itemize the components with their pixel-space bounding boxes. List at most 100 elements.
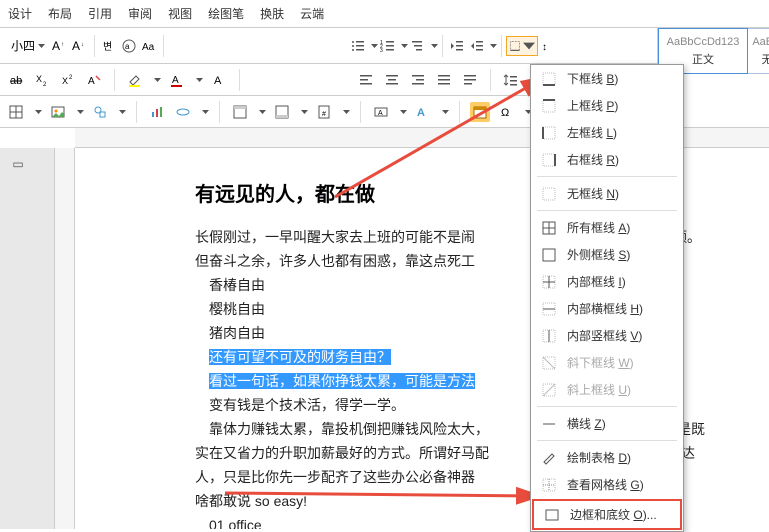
border-menu-item-outside[interactable]: 外侧框线 S): [531, 241, 683, 268]
border-menu-label: 下框线 B): [567, 70, 618, 87]
font-color-icon[interactable]: A: [167, 70, 187, 90]
toolbar-row-1: 小四 A↑ A↓ 변 a Aa 123 ↕: [0, 28, 769, 64]
svg-text:↓: ↓: [81, 42, 84, 48]
strike-icon[interactable]: ab: [6, 70, 26, 90]
border-menu-item-insidev[interactable]: 内部竖框线 V): [531, 322, 683, 349]
subscript-icon[interactable]: X2: [32, 70, 52, 90]
svg-text:A: A: [52, 39, 60, 53]
menu-tab[interactable]: 视图: [168, 5, 192, 22]
textbox-icon[interactable]: A: [371, 102, 391, 122]
border-menu-item-hr[interactable]: 横线 Z): [531, 410, 683, 437]
border-menu-label: 边框和底纹 O)...: [570, 506, 657, 523]
align-justify-icon[interactable]: [434, 70, 454, 90]
border-menu-label: 上框线 P): [567, 97, 618, 114]
wordart-icon[interactable]: A: [413, 102, 433, 122]
doc-text: 长假刚过，一早叫醒大家去上班的可能不是闹: [195, 229, 475, 245]
menu-tab[interactable]: 换肤: [260, 5, 284, 22]
svg-text:A: A: [214, 75, 222, 87]
border-menu-item-none[interactable]: 无框线 N): [531, 180, 683, 207]
doc-text: 实在又省力的升职加薪最好的方式。所谓好马配: [195, 445, 489, 461]
border-menu-item-draw[interactable]: 绘制表格 D): [531, 444, 683, 471]
align-right-icon[interactable]: [408, 70, 428, 90]
border-dropdown-button[interactable]: [506, 36, 538, 56]
symbol-icon[interactable]: Ω: [496, 102, 516, 122]
gutter-tool-icon[interactable]: ▭: [8, 154, 28, 174]
border-menu-item-all[interactable]: 所有框线 A): [531, 214, 683, 241]
border-menu-item-inside[interactable]: 内部框线 I): [531, 268, 683, 295]
align-center-icon[interactable]: [382, 70, 402, 90]
header-icon[interactable]: [230, 102, 250, 122]
increase-indent-icon[interactable]: [467, 36, 487, 56]
vertical-ruler[interactable]: [54, 148, 74, 529]
menu-tab[interactable]: 布局: [48, 5, 72, 22]
menu-tab[interactable]: 审阅: [128, 5, 152, 22]
style-label: 正文: [692, 51, 714, 67]
border-menu-item-top[interactable]: 上框线 P): [531, 92, 683, 119]
align-distribute-icon[interactable]: [460, 70, 480, 90]
selected-text: 还有可望不可及的财务自由？: [209, 349, 391, 365]
border-menu-item-dialog[interactable]: 边框和底纹 O)...: [532, 499, 682, 530]
text-direction-icon[interactable]: ↕: [538, 36, 558, 56]
date-icon[interactable]: [470, 102, 490, 122]
clear-format-icon[interactable]: A: [84, 70, 104, 90]
border-menu-item-right[interactable]: 右框线 R): [531, 146, 683, 173]
border-menu-label: 外侧框线 S): [567, 246, 630, 263]
hyperlink-icon[interactable]: [173, 102, 193, 122]
border-menu-item-left[interactable]: 左框线 L): [531, 119, 683, 146]
shapes-icon[interactable]: [90, 102, 110, 122]
menu-tab[interactable]: 云端: [300, 5, 324, 22]
svg-text:2: 2: [69, 75, 73, 81]
border-menu-label: 内部横框线 H): [567, 300, 643, 317]
svg-text:A: A: [172, 75, 179, 86]
change-case-icon[interactable]: Aa: [139, 36, 159, 56]
align-left-icon[interactable]: [356, 70, 376, 90]
line-spacing-icon[interactable]: [501, 70, 521, 90]
highlight-icon[interactable]: [125, 70, 145, 90]
border-menu-label: 左框线 L): [567, 124, 617, 141]
border-menu-item-diagdown: 斜下框线 W): [531, 349, 683, 376]
pinyin-icon[interactable]: 변: [99, 36, 119, 56]
border-menu-label: 内部框线 I): [567, 273, 626, 290]
picture-icon[interactable]: [48, 102, 68, 122]
footer-icon[interactable]: [272, 102, 292, 122]
menu-tabs: 设计 布局 引用 审阅 视图 绘图笔 换肤 云端: [0, 0, 769, 28]
border-dropdown-menu: 下框线 B) 上框线 P) 左框线 L) 右框线 R) 无框线 N) 所有框线 A) 外侧框…: [530, 64, 684, 532]
border-menu-item-insideh[interactable]: 内部横框线 H): [531, 295, 683, 322]
border-menu-item-bottom[interactable]: 下框线 B): [531, 65, 683, 92]
svg-text:A: A: [88, 76, 95, 87]
svg-text:A: A: [72, 39, 80, 53]
svg-text:A: A: [417, 107, 425, 119]
font-size-dropdown[interactable]: 小四: [6, 34, 50, 57]
border-menu-label: 所有框线 A): [567, 219, 630, 236]
menu-tab[interactable]: 引用: [88, 5, 112, 22]
chart-icon[interactable]: [147, 102, 167, 122]
style-label: 无间: [762, 51, 769, 67]
menu-tab[interactable]: 绘图笔: [208, 5, 244, 22]
border-menu-item-grid[interactable]: 查看网格线 G): [531, 471, 683, 498]
table-icon[interactable]: [6, 102, 26, 122]
font-shrink-icon[interactable]: A↓: [70, 36, 90, 56]
multilevel-list-icon[interactable]: [408, 36, 428, 56]
menu-tab[interactable]: 设计: [8, 5, 32, 22]
superscript-icon[interactable]: X2: [58, 70, 78, 90]
font-grow-icon[interactable]: A↑: [50, 36, 70, 56]
svg-text:#: #: [322, 111, 326, 118]
decrease-indent-icon[interactable]: [447, 36, 467, 56]
page-number-icon[interactable]: #: [314, 102, 334, 122]
bullet-list-icon[interactable]: [348, 36, 368, 56]
numbered-list-icon[interactable]: 123: [378, 36, 398, 56]
svg-text:변: 변: [103, 41, 112, 53]
svg-text:2: 2: [43, 82, 47, 88]
style-nospace[interactable]: AaBbCc 无间: [748, 28, 769, 74]
doc-text: 靠体力赚钱太累，靠投机倒把赚钱风险太大，: [209, 421, 489, 437]
enclose-char-icon[interactable]: a: [119, 36, 139, 56]
border-menu-label: 无框线 N): [567, 185, 619, 202]
char-shading-icon[interactable]: A: [209, 70, 229, 90]
svg-text:A: A: [378, 110, 383, 117]
svg-text:ab: ab: [10, 75, 22, 87]
border-menu-label: 右框线 R): [567, 151, 619, 168]
svg-text:Aa: Aa: [142, 42, 155, 53]
border-menu-label: 横线 Z): [567, 415, 606, 432]
svg-text:Ω: Ω: [501, 107, 509, 119]
border-menu-label: 绘制表格 D): [567, 449, 631, 466]
